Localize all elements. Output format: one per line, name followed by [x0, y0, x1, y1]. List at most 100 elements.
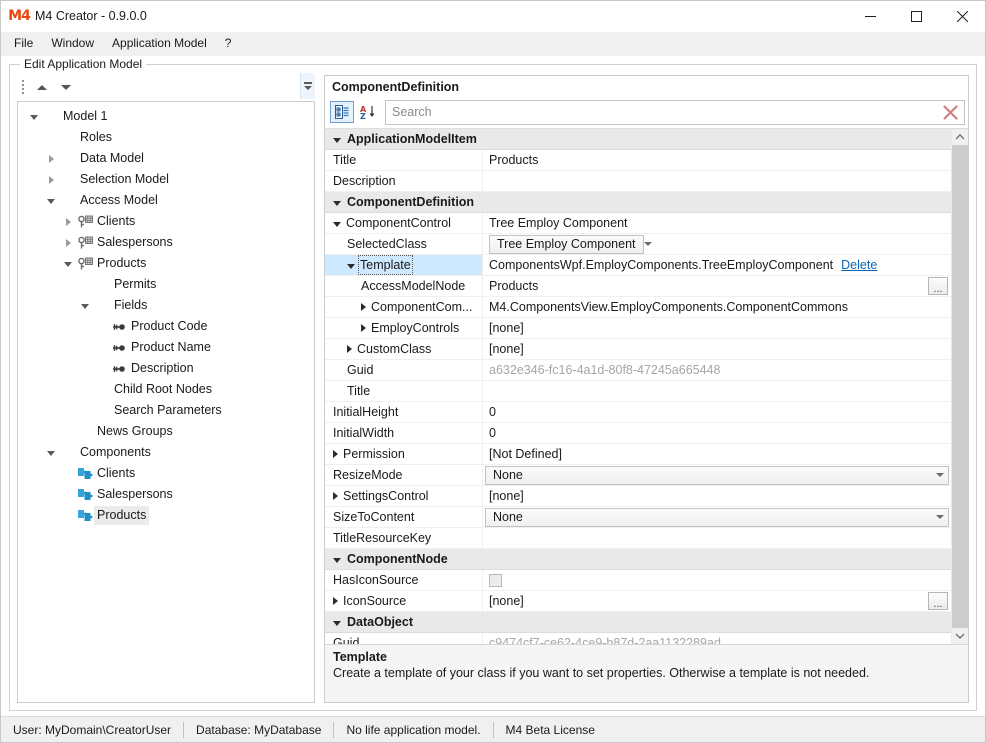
clear-search-button[interactable] — [936, 102, 964, 123]
tree-expander[interactable] — [60, 235, 76, 251]
delete-template-link[interactable]: Delete — [841, 258, 877, 272]
tree-expander[interactable] — [77, 298, 93, 314]
close-button[interactable] — [939, 1, 985, 31]
tree-node-search-parameters[interactable]: Search Parameters — [18, 400, 314, 421]
tree-node-product-code[interactable]: Product Code — [18, 316, 314, 337]
property-value-cell[interactable]: ComponentsWpf.EmployComponents.TreeEmplo… — [483, 255, 951, 275]
property-row-customclass[interactable]: CustomClass [none] — [325, 339, 951, 360]
tree-node-description[interactable]: Description — [18, 358, 314, 379]
tree-expander[interactable] — [43, 151, 59, 167]
property-value-cell[interactable]: Tree Employ Component — [483, 213, 951, 233]
property-row-guid[interactable]: Guid c9474cf7-ce62-4ce9-b87d-2aa1132289ad — [325, 633, 951, 644]
scroll-down-arrow-icon[interactable] — [952, 628, 968, 644]
tree-expander[interactable] — [26, 109, 42, 125]
tree-node-roles[interactable]: Roles — [18, 127, 314, 148]
property-row-hasiconsource[interactable]: HasIconSource — [325, 570, 951, 591]
property-value-cell[interactable] — [483, 171, 951, 191]
property-category-dataobject[interactable]: DataObject — [325, 612, 951, 633]
menu-item-file[interactable]: File — [5, 33, 42, 54]
browse-ellipsis-button[interactable]: ... — [928, 277, 948, 295]
tree-node-data-model[interactable]: Data Model — [18, 148, 314, 169]
property-row-componentcontrol[interactable]: ComponentControl Tree Employ Component — [325, 213, 951, 234]
chevron-right-icon[interactable] — [361, 303, 366, 311]
tree-node-selection-model[interactable]: Selection Model — [18, 169, 314, 190]
property-row-sizetocontent[interactable]: SizeToContent None — [325, 507, 951, 528]
tree-expander[interactable] — [60, 214, 76, 230]
property-row-iconsource[interactable]: IconSource [none]... — [325, 591, 951, 612]
search-box[interactable] — [385, 99, 965, 125]
chevron-right-icon[interactable] — [347, 345, 352, 353]
scroll-up-arrow-icon[interactable] — [952, 129, 968, 145]
chevron-right-icon[interactable] — [333, 597, 338, 605]
model-tree-container[interactable]: Model 1 Roles Data Model Selection Model Acc… — [17, 101, 315, 703]
property-category-componentdefinition[interactable]: ComponentDefinition — [325, 192, 951, 213]
property-value-cell[interactable]: Products — [483, 150, 951, 170]
tree-expander[interactable] — [60, 256, 76, 272]
selected-class-dropdown[interactable]: Tree Employ Component — [489, 234, 652, 254]
browse-ellipsis-button[interactable]: ... — [928, 592, 948, 610]
toolbar-grip-handle[interactable] — [19, 79, 27, 95]
toolbar-overflow-button[interactable] — [300, 73, 315, 99]
move-down-button[interactable] — [54, 76, 78, 98]
tree-node-salespersons[interactable]: Salespersons — [18, 484, 314, 505]
maximize-button[interactable] — [893, 1, 939, 31]
chevron-right-icon[interactable] — [333, 450, 338, 458]
move-up-button[interactable] — [30, 76, 54, 98]
property-value-cell[interactable]: M4.ComponentsView.EmployComponents.Compo… — [483, 297, 951, 317]
minimize-button[interactable] — [847, 1, 893, 31]
property-category-componentnode[interactable]: ComponentNode — [325, 549, 951, 570]
tree-node-clients[interactable]: Clients — [18, 463, 314, 484]
property-row-initialheight[interactable]: InitialHeight 0 — [325, 402, 951, 423]
property-value-cell[interactable] — [483, 381, 951, 401]
tree-node-clients[interactable]: Clients — [18, 211, 314, 232]
scrollbar-track[interactable] — [952, 145, 968, 628]
property-category-applicationmodelitem[interactable]: ApplicationModelItem — [325, 129, 951, 150]
chevron-right-icon[interactable] — [333, 492, 338, 500]
tree-node-child-root-nodes[interactable]: Child Root Nodes — [18, 379, 314, 400]
resizemode-dropdown[interactable]: None — [485, 465, 949, 485]
property-row-title[interactable]: Title Products — [325, 150, 951, 171]
chevron-down-icon[interactable] — [333, 221, 341, 227]
tree-node-news-groups[interactable]: News Groups — [18, 421, 314, 442]
has-icon-source-checkbox[interactable] — [489, 573, 502, 587]
tree-node-fields[interactable]: Fields — [18, 295, 314, 316]
tree-node-model-1[interactable]: Model 1 — [18, 106, 314, 127]
property-value-cell[interactable]: [none] — [483, 339, 951, 359]
property-row-settingscontrol[interactable]: SettingsControl [none] — [325, 486, 951, 507]
property-row-guid[interactable]: Guid a632e346-fc16-4a1d-80f8-47245a665448 — [325, 360, 951, 381]
tree-node-products[interactable]: Products — [18, 253, 314, 274]
property-row-initialwidth[interactable]: InitialWidth 0 — [325, 423, 951, 444]
property-row-permission[interactable]: Permission [Not Defined] — [325, 444, 951, 465]
tree-node-access-model[interactable]: Access Model — [18, 190, 314, 211]
property-value-cell[interactable]: Products... — [483, 276, 951, 296]
alphabetical-sort-button[interactable]: A Z — [356, 101, 380, 123]
property-value-cell[interactable]: [none] — [483, 318, 951, 338]
property-value-cell[interactable]: 0 — [483, 402, 951, 422]
property-value-cell[interactable]: [none] — [483, 486, 951, 506]
property-grid-scrollbar[interactable] — [951, 129, 968, 644]
tree-node-components[interactable]: Components — [18, 442, 314, 463]
property-row-template[interactable]: Template ComponentsWpf.EmployComponents.T… — [325, 255, 951, 276]
menu-item-application-model[interactable]: Application Model — [103, 33, 216, 54]
categorized-view-button[interactable] — [330, 101, 354, 123]
property-value-cell[interactable]: [Not Defined] — [483, 444, 951, 464]
chevron-down-icon[interactable] — [347, 263, 355, 269]
property-value-cell[interactable]: 0 — [483, 423, 951, 443]
tree-node-salespersons[interactable]: Salespersons — [18, 232, 314, 253]
property-row-employcontrols[interactable]: EmployControls [none] — [325, 318, 951, 339]
tree-node-products[interactable]: Products — [18, 505, 314, 526]
sizetocontent-dropdown[interactable]: None — [485, 507, 949, 527]
tree-node-product-name[interactable]: Product Name — [18, 337, 314, 358]
tree-expander[interactable] — [43, 193, 59, 209]
property-row-description[interactable]: Description — [325, 171, 951, 192]
property-row-titleresourcekey[interactable]: TitleResourceKey — [325, 528, 951, 549]
property-row-selectedclass[interactable]: SelectedClass Tree Employ Component — [325, 234, 951, 255]
chevron-right-icon[interactable] — [361, 324, 366, 332]
property-row-componentcom[interactable]: ComponentCom... M4.ComponentsView.EmployC… — [325, 297, 951, 318]
property-value-cell[interactable] — [483, 528, 951, 548]
menu-item-window[interactable]: Window — [42, 33, 103, 54]
tree-expander[interactable] — [43, 172, 59, 188]
tree-expander[interactable] — [43, 445, 59, 461]
property-row-accessmodelnode[interactable]: AccessModelNode Products... — [325, 276, 951, 297]
tree-node-permits[interactable]: Permits — [18, 274, 314, 295]
